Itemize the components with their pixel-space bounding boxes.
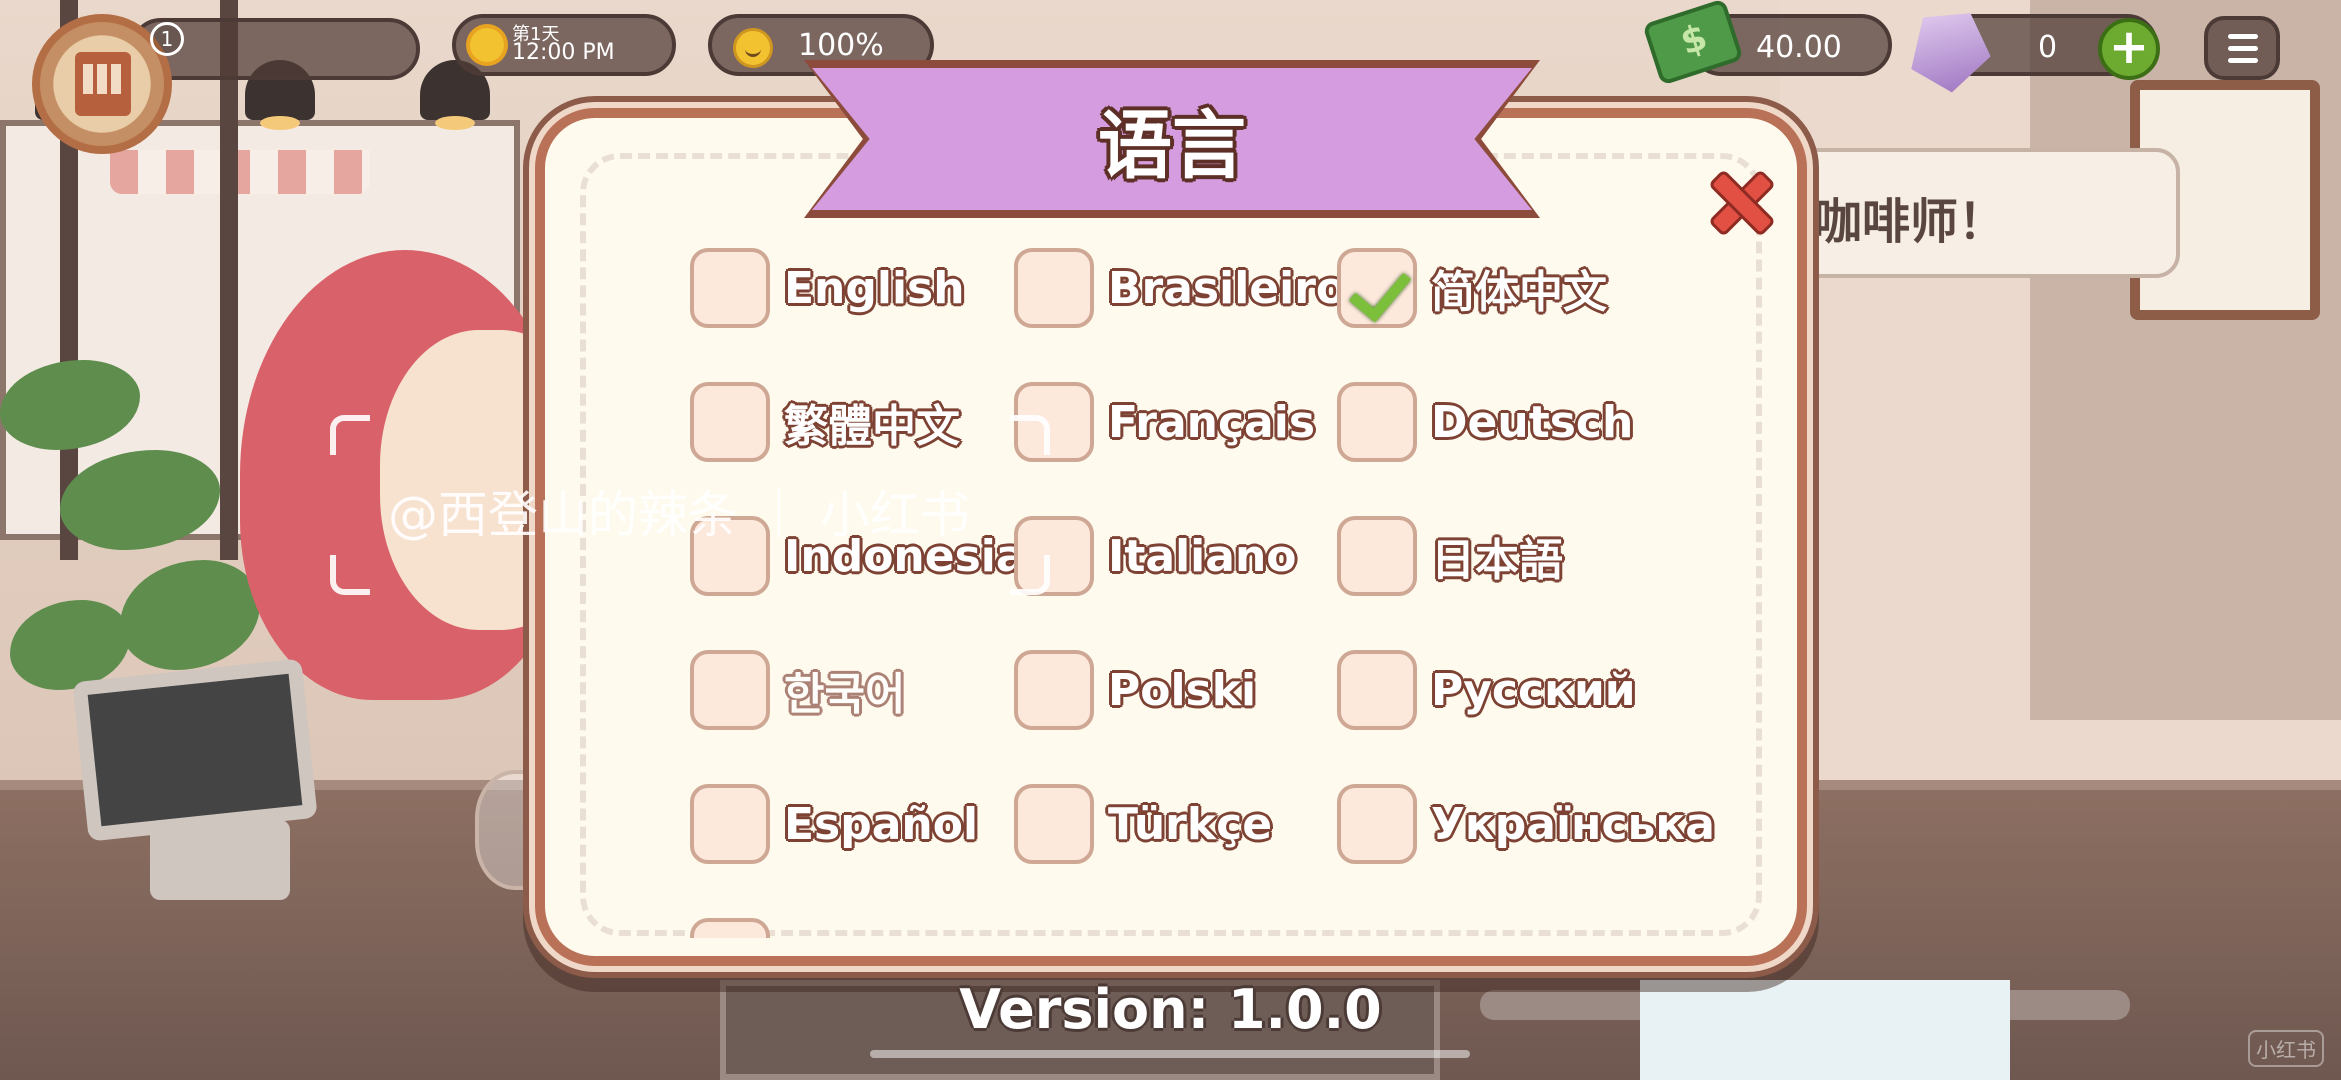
language-label: Русский	[1431, 664, 1636, 716]
checkbox[interactable]	[1337, 516, 1417, 596]
language-label: 日本語	[1431, 535, 1563, 586]
language-option[interactable]: Русский	[1337, 650, 1636, 730]
language-label: 简体中文	[1431, 267, 1607, 318]
language-label: Español	[784, 798, 979, 850]
language-option[interactable]: 한국어	[690, 650, 905, 730]
language-option[interactable]: 简体中文	[1337, 248, 1607, 328]
watermark: @西登山的辣条 ｜ 小红书	[330, 415, 1050, 595]
watermark-text: @西登山的辣条 ｜ 小红书	[388, 486, 970, 544]
language-label: Français	[1108, 396, 1316, 448]
language-option[interactable]: Brasileiro	[1014, 248, 1346, 328]
language-option[interactable]: Türkçe	[1014, 784, 1272, 864]
home-indicator[interactable]	[870, 1050, 1470, 1058]
version-label: Version: 1.0.0	[959, 978, 1382, 1041]
checkbox-checked[interactable]	[1337, 248, 1417, 328]
checkbox[interactable]	[690, 650, 770, 730]
language-label: LATAM	[784, 933, 947, 939]
checkbox[interactable]	[1014, 784, 1094, 864]
language-option[interactable]: English	[690, 248, 965, 328]
language-label: Brasileiro	[1108, 262, 1347, 314]
checkbox[interactable]	[1337, 382, 1417, 462]
checkbox[interactable]	[1014, 248, 1094, 328]
language-option[interactable]: Українська	[1337, 784, 1715, 864]
dialog-title: 语言	[1098, 102, 1246, 189]
language-option[interactable]: Español	[690, 784, 978, 864]
language-label: Polski	[1108, 664, 1257, 716]
checkbox[interactable]	[690, 784, 770, 864]
language-label: Italiano	[1108, 530, 1297, 582]
checkbox[interactable]	[690, 248, 770, 328]
close-icon[interactable]	[1706, 168, 1770, 232]
title-ribbon: 语言	[804, 60, 1540, 218]
checkbox[interactable]	[690, 918, 770, 938]
language-label: Türkçe	[1108, 798, 1273, 850]
language-label: English	[784, 262, 965, 314]
checkbox[interactable]	[1337, 650, 1417, 730]
checkbox[interactable]	[1014, 650, 1094, 730]
language-option[interactable]: Deutsch	[1337, 382, 1633, 462]
language-option[interactable]: Polski	[1014, 650, 1256, 730]
checkbox[interactable]	[1337, 784, 1417, 864]
watermark-badge: 小红书	[2248, 1030, 2324, 1067]
language-option[interactable]: 日本語	[1337, 516, 1563, 596]
language-label: Українська	[1431, 798, 1715, 850]
language-option[interactable]: Français	[1014, 382, 1315, 462]
language-label: 한국어	[784, 669, 906, 720]
language-option[interactable]: Italiano	[1014, 516, 1297, 596]
language-label: Deutsch	[1431, 396, 1634, 448]
language-option[interactable]: LATAM	[690, 918, 947, 938]
